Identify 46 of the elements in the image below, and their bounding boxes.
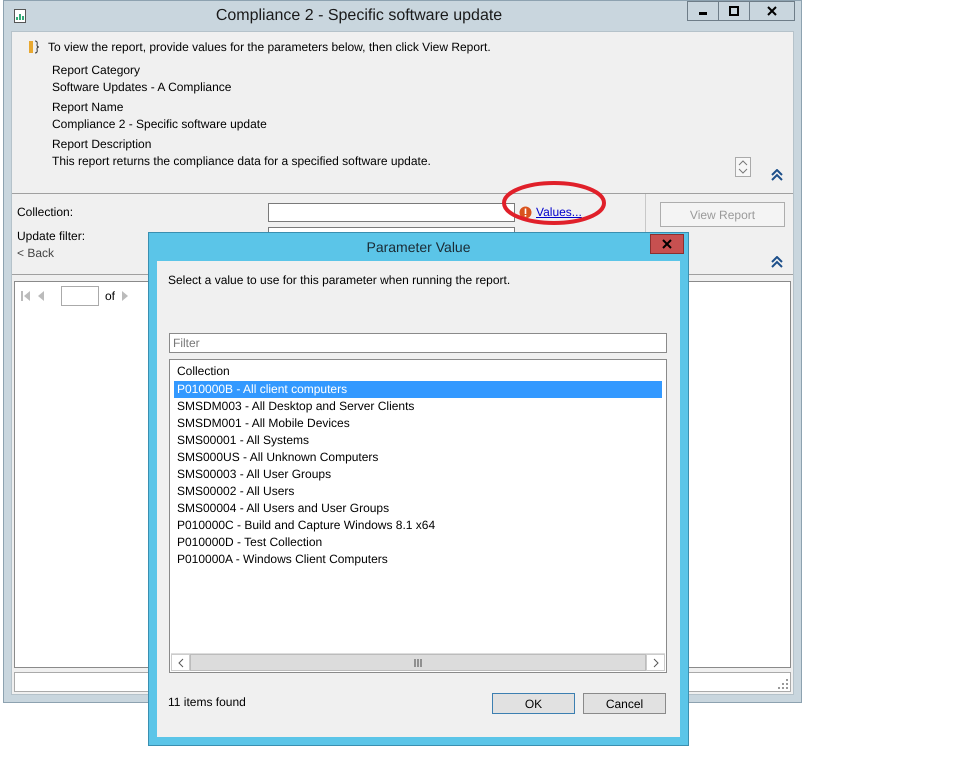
list-item[interactable]: SMSDM003 - All Desktop and Server Clients xyxy=(174,398,662,415)
dialog-instruction: Select a value to use for this parameter when running the report. xyxy=(168,273,510,287)
minimize-button[interactable] xyxy=(687,1,719,21)
list-item[interactable]: SMS00003 - All User Groups xyxy=(174,466,662,483)
scroll-spinner-icon[interactable] xyxy=(735,157,751,177)
detail-label: Report Category xyxy=(52,62,140,79)
scroll-left-icon[interactable] xyxy=(171,654,190,671)
page-of-label: of xyxy=(105,289,116,303)
detail-value: Software Updates - A Compliance xyxy=(52,79,232,96)
dialog-title: Parameter Value xyxy=(366,239,470,255)
ok-button[interactable]: OK xyxy=(492,693,575,714)
close-icon xyxy=(767,6,777,16)
scroll-right-icon[interactable] xyxy=(646,654,665,671)
list-item[interactable]: P010000A - Windows Client Computers xyxy=(174,551,662,568)
maximize-icon xyxy=(729,6,739,16)
collapse-icon[interactable] xyxy=(771,256,783,268)
list-item[interactable]: SMSDM001 - All Mobile Devices xyxy=(174,415,662,432)
list-item[interactable]: SMS00001 - All Systems xyxy=(174,432,662,449)
column-header[interactable]: Collection xyxy=(174,361,662,381)
maximize-button[interactable] xyxy=(718,1,750,21)
list-item[interactable]: SMS00004 - All Users and User Groups xyxy=(174,500,662,517)
report-icon xyxy=(14,9,26,23)
window-title: Compliance 2 - Specific software update xyxy=(214,7,504,25)
scrollbar-thumb[interactable] xyxy=(190,654,646,671)
close-icon xyxy=(662,239,672,249)
page-number-field[interactable] xyxy=(61,286,99,306)
parameter-field[interactable] xyxy=(268,202,515,222)
list-item[interactable]: SMS000US - All Unknown Computers xyxy=(174,449,662,466)
close-button[interactable] xyxy=(749,1,795,21)
detail-value: Compliance 2 - Specific software update xyxy=(52,116,267,133)
detail-label: Report Name xyxy=(52,99,124,116)
resize-grip-icon[interactable] xyxy=(778,679,788,689)
list-item[interactable]: P010000D - Test Collection xyxy=(174,534,662,551)
detail-value: This report returns the compliance data for a specified software update. xyxy=(52,153,431,170)
list-item[interactable]: P010000C - Build and Capture Windows 8.1 x64 xyxy=(174,517,662,534)
cancel-button[interactable]: Cancel xyxy=(583,693,666,714)
values-link[interactable]: Values... xyxy=(536,205,582,219)
parameter-label: Update filter: xyxy=(17,229,86,243)
items-found-label: 11 items found xyxy=(168,695,247,709)
info-message: To view the report, provide values for the parameters below, then click View Report. xyxy=(48,40,491,54)
info-icon xyxy=(28,40,40,54)
list-item[interactable]: SMS00002 - All Users xyxy=(174,483,662,500)
collapse-icon[interactable] xyxy=(771,169,783,181)
detail-label: Report Description xyxy=(52,136,152,153)
filter-field[interactable]: Filter xyxy=(169,333,667,353)
parameter-label: Collection: xyxy=(17,205,74,219)
